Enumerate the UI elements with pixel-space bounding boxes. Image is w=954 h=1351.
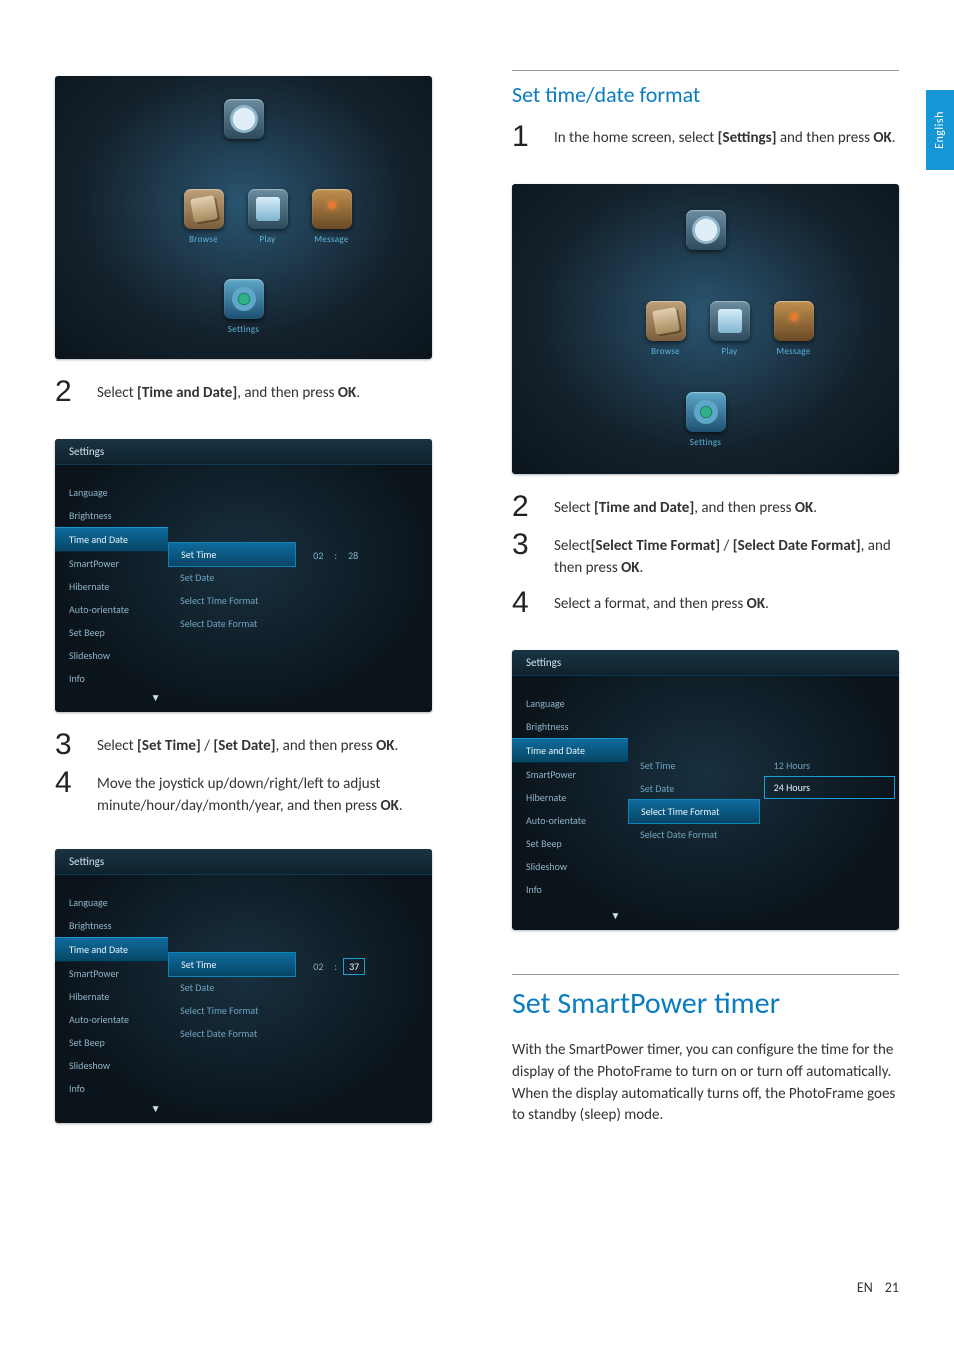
scroll-down-icon: ▼ (610, 909, 620, 922)
settings-sidebar-item: Brightness (512, 715, 628, 738)
smartpower-body: With the SmartPower timer, you can confi… (512, 1040, 899, 1127)
subheading-set-time-date-format: Set time/date format (512, 81, 899, 108)
message-icon (312, 189, 352, 229)
settings-sidebar-item: Slideshow (512, 855, 628, 878)
settings-sidebar-item: Set Beep (512, 832, 628, 855)
time-readout-editing: 02 : 37 (296, 953, 432, 980)
settings-sidebar-item: Time and Date (55, 937, 168, 962)
settings-sidebar-item: Brightness (55, 504, 168, 527)
scroll-down-icon: ▼ (151, 1102, 161, 1115)
settings-submenu-item: Set Date (628, 777, 760, 800)
play-icon (710, 301, 750, 341)
left-step-2: 2 Select [Time and Date], and then press… (55, 377, 432, 407)
clock-icon (686, 210, 726, 250)
language-tab: English (926, 90, 954, 170)
settings-submenu-item: Select Time Format (168, 999, 296, 1022)
settings-submenu-item: Set Time (168, 952, 296, 977)
settings-icon (686, 392, 726, 432)
settings-submenu-item: Set Time (628, 754, 760, 777)
settings-sidebar-item: Hibernate (512, 786, 628, 809)
time-readout: 02 : 28 (296, 543, 432, 568)
settings-sidebar-item: Language (55, 481, 168, 504)
settings-sidebar-item: Auto-orientate (512, 809, 628, 832)
settings-sidebar: LanguageBrightnessTime and DateSmartPowe… (55, 465, 168, 712)
right-step-1: 1 In the home screen, select [Settings] … (512, 122, 899, 152)
settings-sidebar-item: SmartPower (512, 763, 628, 786)
scroll-down-icon: ▼ (151, 691, 161, 704)
settings-sidebar-item: Auto-orientate (55, 1008, 168, 1031)
section-rule (512, 974, 899, 975)
screenshot-settings-time-edit: Settings LanguageBrightnessTime and Date… (55, 849, 432, 1122)
settings-sidebar-item: Brightness (55, 914, 168, 937)
left-step-3: 3 Select [Set Time] / [Set Date], and th… (55, 730, 432, 760)
format-option: 24 Hours (764, 776, 895, 799)
home-item-browse: Browse (184, 189, 224, 245)
format-option: 12 Hours (760, 754, 899, 777)
play-icon (248, 189, 288, 229)
settings-sidebar-item: Time and Date (55, 527, 168, 552)
settings-header: Settings (512, 650, 899, 676)
manual-page: Clock Browse Play Message (0, 0, 954, 1351)
settings-sidebar-item: Info (55, 667, 168, 690)
right-column: Set time/date format 1 In the home scree… (477, 0, 954, 1351)
heading-smartpower: Set SmartPower timer (512, 985, 899, 1022)
settings-sidebar-item: Set Beep (55, 621, 168, 644)
settings-submenu-item: Select Time Format (168, 589, 296, 612)
screenshot-settings-format: Settings LanguageBrightnessTime and Date… (512, 650, 899, 930)
right-step-4: 4 Select a format, and then press OK. (512, 588, 899, 618)
settings-submenu-item: Set Time (168, 542, 296, 567)
screenshot-home-2: Clock Browse Play Message Settings (512, 184, 899, 474)
settings-sidebar-item: Hibernate (55, 575, 168, 598)
settings-submenu-item: Select Time Format (628, 799, 760, 824)
settings-sidebar-item: Time and Date (512, 738, 628, 763)
screenshot-home-1: Clock Browse Play Message (55, 76, 432, 359)
settings-sidebar-item: Set Beep (55, 1031, 168, 1054)
section-rule (512, 70, 899, 71)
settings-sidebar-item: Language (55, 891, 168, 914)
browse-icon (646, 301, 686, 341)
browse-icon (184, 189, 224, 229)
screenshot-settings-time: Settings LanguageBrightnessTime and Date… (55, 439, 432, 712)
home-item-message: Message (312, 189, 352, 245)
settings-header: Settings (55, 439, 432, 465)
settings-submenu-item: Set Date (168, 566, 296, 589)
settings-sidebar-item: Language (512, 692, 628, 715)
settings-sidebar-item: SmartPower (55, 962, 168, 985)
settings-submenu-item: Set Date (168, 976, 296, 999)
left-column: Clock Browse Play Message (0, 0, 477, 1351)
settings-sidebar-item: Slideshow (55, 1054, 168, 1077)
settings-sidebar-item: Slideshow (55, 644, 168, 667)
settings-icon (224, 279, 264, 319)
settings-submenu-item: Select Date Format (628, 823, 760, 846)
clock-icon (224, 99, 264, 139)
left-step-4: 4 Move the joystick up/down/right/left t… (55, 768, 432, 818)
message-icon (774, 301, 814, 341)
settings-header: Settings (55, 849, 432, 875)
right-step-3: 3 Select[Select Time Format] / [Select D… (512, 530, 899, 580)
home-item-clock: Clock (224, 99, 264, 155)
settings-sidebar-item: SmartPower (55, 552, 168, 575)
settings-sidebar-item: Hibernate (55, 985, 168, 1008)
home-item-play: Play (248, 189, 288, 245)
page-footer: EN21 (857, 1279, 899, 1296)
settings-sidebar-item: Info (512, 878, 628, 901)
right-step-2: 2 Select [Time and Date], and then press… (512, 492, 899, 522)
settings-sidebar-item: Auto-orientate (55, 598, 168, 621)
home-item-settings: Settings (224, 279, 264, 335)
settings-sidebar-item: Info (55, 1077, 168, 1100)
settings-submenu-item: Select Date Format (168, 612, 296, 635)
settings-submenu-item: Select Date Format (168, 1022, 296, 1045)
